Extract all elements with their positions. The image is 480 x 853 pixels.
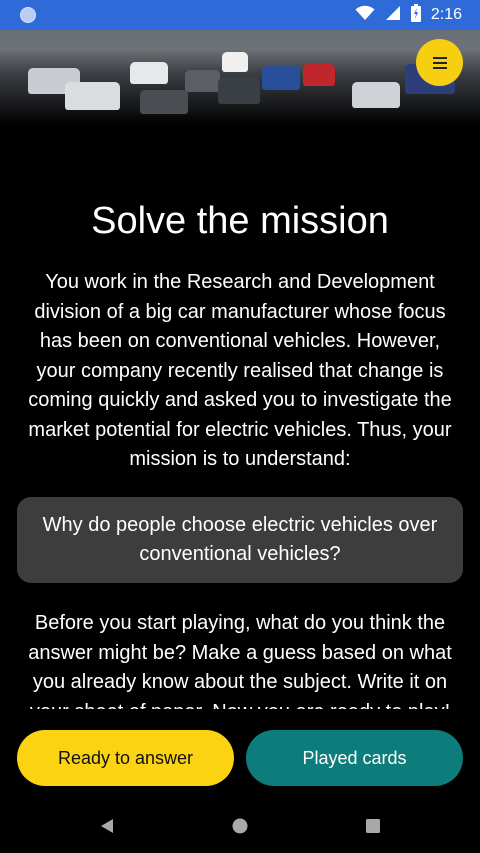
- hero-car: [222, 52, 248, 72]
- recents-icon: [366, 819, 380, 833]
- page-title: Solve the mission: [91, 200, 389, 242]
- hero-car: [65, 82, 120, 110]
- menu-button[interactable]: [416, 39, 463, 86]
- hero-car: [185, 70, 220, 92]
- hero-car: [303, 64, 335, 86]
- battery-icon: [410, 3, 421, 27]
- hero-car: [352, 82, 400, 108]
- played-cards-button[interactable]: Played cards: [246, 730, 463, 786]
- menu-icon: [432, 56, 447, 69]
- mission-question-card: Why do people choose electric vehicles o…: [17, 497, 463, 583]
- notification-dot-icon: [20, 7, 36, 23]
- system-nav-bar: [0, 800, 480, 853]
- back-icon: [101, 819, 113, 833]
- status-time: 2:16: [430, 6, 462, 23]
- hero-car: [218, 78, 260, 104]
- home-button[interactable]: [225, 814, 255, 838]
- back-button[interactable]: [92, 814, 122, 838]
- cellular-signal-icon: [385, 5, 401, 26]
- wifi-icon: [355, 5, 375, 26]
- ready-to-answer-button[interactable]: Ready to answer: [17, 730, 234, 786]
- mission-question: Why do people choose electric vehicles o…: [42, 514, 438, 565]
- recents-button[interactable]: [358, 814, 388, 838]
- status-icons: 2:16: [355, 0, 462, 30]
- hero-car: [140, 90, 188, 114]
- hero-car: [130, 62, 168, 84]
- hero-car: [262, 66, 300, 90]
- prompt-container[interactable]: Before you start playing, what do you th…: [16, 609, 464, 709]
- home-icon: [232, 818, 248, 834]
- mission-description: You work in the Research and Development…: [28, 271, 452, 470]
- guess-prompt: Before you start playing, what do you th…: [28, 612, 452, 709]
- hero-image: [0, 30, 480, 125]
- status-bar: 2:16: [0, 0, 480, 30]
